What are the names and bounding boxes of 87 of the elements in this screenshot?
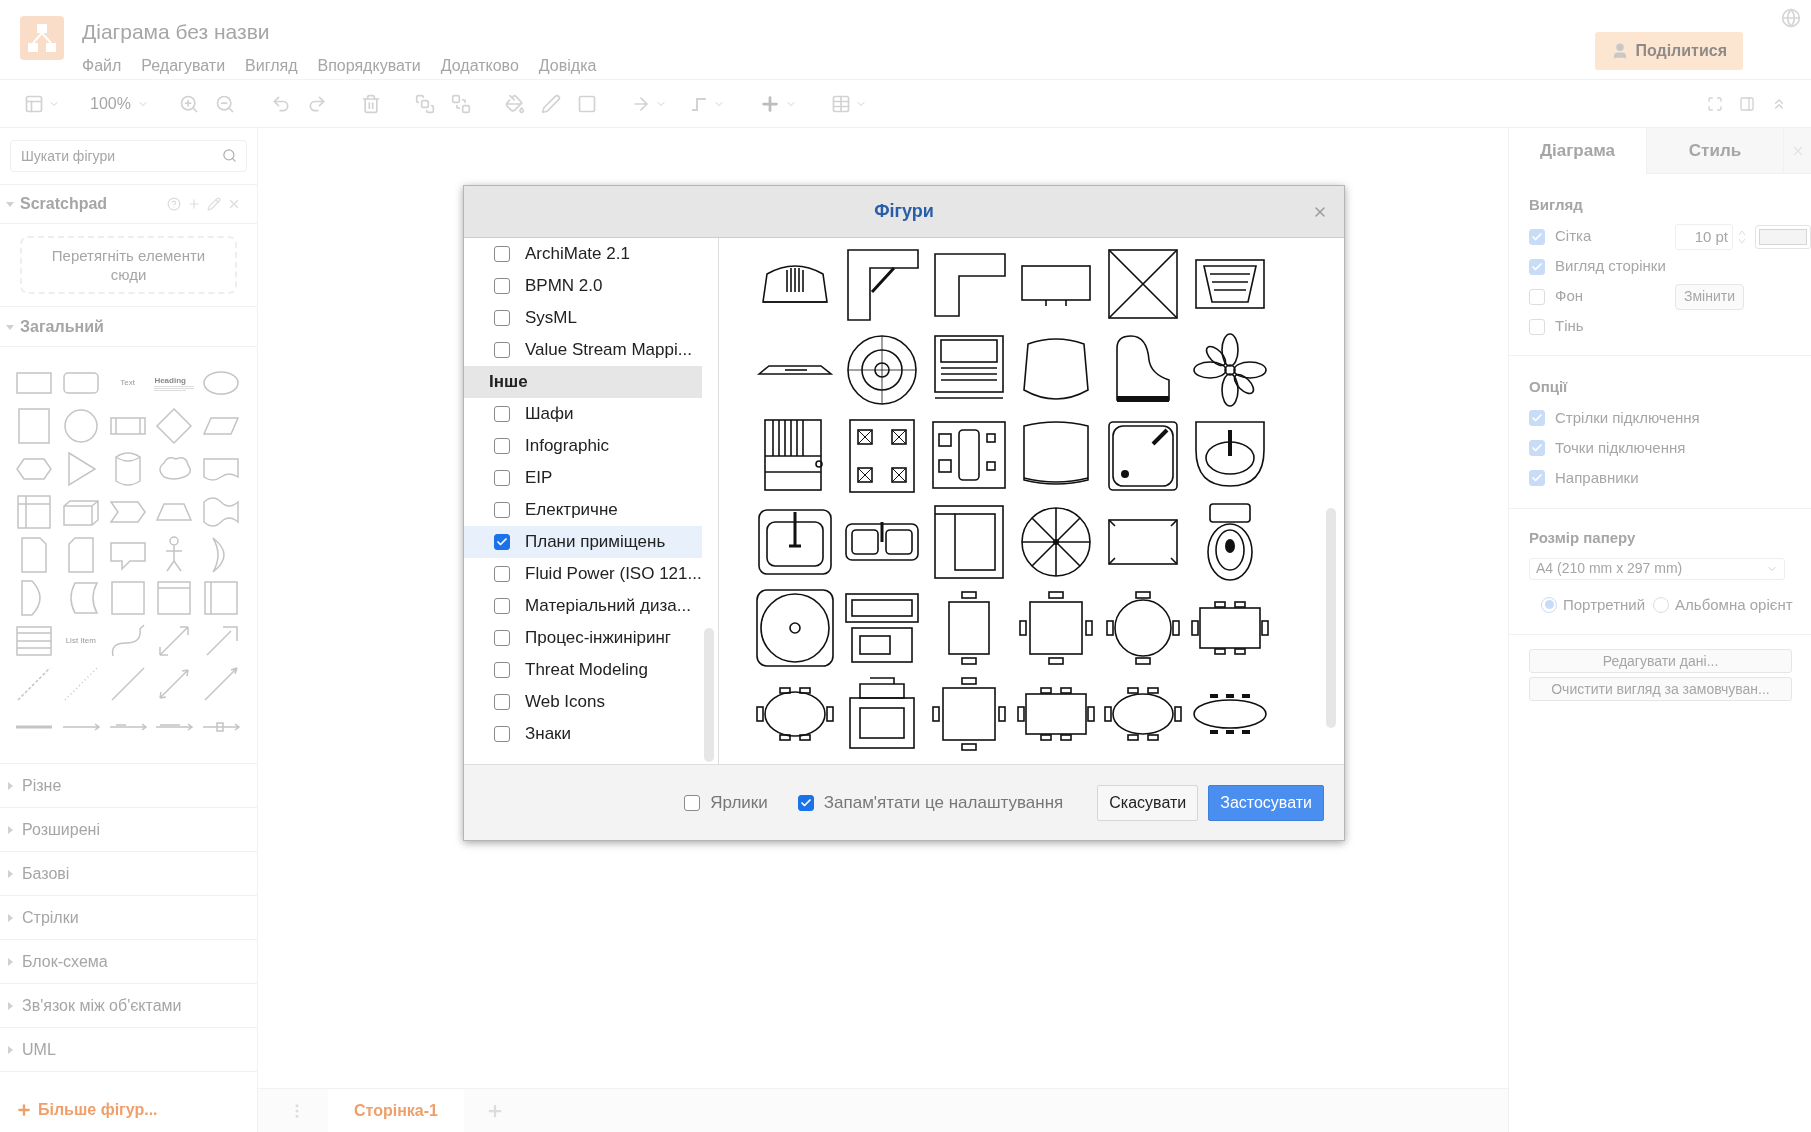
library-row[interactable]: EIP <box>464 462 702 494</box>
library-label: Плани приміщень <box>525 531 666 554</box>
library-row[interactable]: Електричне <box>464 494 702 526</box>
section-title[interactable]: Стрілки <box>22 905 79 930</box>
section-title[interactable]: Зв'язок між об'єктами <box>22 993 182 1018</box>
search-field[interactable]: Шукати фігури <box>10 140 247 172</box>
menu-item[interactable]: Впорядкувати <box>317 53 421 78</box>
dialog-title: Фігури <box>874 200 934 223</box>
section-title[interactable]: Різне <box>22 773 62 798</box>
radio-label: Альбомна орієнт <box>1675 594 1793 615</box>
menu-item[interactable]: Редагувати <box>141 53 226 78</box>
option-label: Тінь <box>1555 316 1585 337</box>
category-header: Інше <box>464 366 702 398</box>
option-label: Стрілки підключення <box>1555 407 1700 428</box>
text-shape[interactable]: Text <box>107 363 148 403</box>
library-label: EIP <box>525 467 553 490</box>
library-row[interactable]: ArchiMate 2.1 <box>464 238 702 270</box>
library-row[interactable]: Процес-інжиніринг <box>464 622 702 654</box>
menu-item[interactable]: Файл <box>82 53 122 78</box>
document-title[interactable]: Діаграма без назви <box>82 16 597 48</box>
section-header[interactable]: Блок-схема <box>0 940 257 984</box>
library-label: Електричне <box>525 499 618 522</box>
library-row[interactable]: Web Icons <box>464 686 702 718</box>
library-label: Шафи <box>525 403 574 426</box>
section-title[interactable]: Блок-схема <box>22 949 108 974</box>
menu-item[interactable]: Вигляд <box>245 53 298 78</box>
section-title[interactable]: UML <box>22 1037 56 1062</box>
option-label: Ярлики <box>710 791 768 814</box>
section-header[interactable]: Стрілки <box>0 896 257 940</box>
library-label: Процес-інжиніринг <box>525 627 672 650</box>
option-label: Сітка <box>1555 226 1593 247</box>
paper-size-select[interactable]: A4 (210 mm x 297 mm) <box>1529 557 1785 580</box>
list-item-shape[interactable]: List Item <box>60 621 101 661</box>
change-button[interactable]: Змінити <box>1675 283 1744 310</box>
option-label: Запам'ятати це налаштування <box>823 791 1064 814</box>
radio-label: Портретний <box>1563 594 1646 615</box>
more-shapes-button[interactable]: Більше фігур... <box>0 1088 257 1132</box>
section-header[interactable]: Різне <box>0 764 257 808</box>
section-header[interactable]: Scratchpad <box>0 184 257 224</box>
section-header[interactable]: Зв'язок між об'єктами <box>0 984 257 1028</box>
grid-size-field[interactable]: 10 pt <box>1675 223 1733 250</box>
page-tab[interactable]: Сторінка-1 <box>328 1088 464 1132</box>
menu-item[interactable]: Довідка <box>538 53 597 78</box>
section-title: Вигляд <box>1529 195 1584 215</box>
library-row[interactable]: Infographic <box>464 430 702 462</box>
cancel-button[interactable]: Скасувати <box>1097 784 1199 821</box>
panel-tab[interactable]: Стиль <box>1646 128 1783 174</box>
section-title[interactable]: Розширені <box>22 817 100 842</box>
panel-button[interactable]: Очистити вигляд за замовчуван... <box>1529 677 1792 701</box>
panel-button[interactable]: Редагувати дані... <box>1529 649 1792 673</box>
library-label: BPMN 2.0 <box>525 275 603 298</box>
library-label: Threat Modeling <box>525 659 648 682</box>
option-label: Фон <box>1555 286 1585 307</box>
section-header[interactable]: UML <box>0 1028 257 1072</box>
library-row[interactable]: Знаки <box>464 718 702 750</box>
library-row[interactable]: BPMN 2.0 <box>464 270 702 302</box>
library-label: Fluid Power (ISO 121... <box>525 563 702 586</box>
library-row[interactable]: Value Stream Mappi... <box>464 334 702 366</box>
library-label: Value Stream Mappi... <box>525 339 692 362</box>
library-label: SysML <box>525 307 577 330</box>
menu-item[interactable]: Додатково <box>440 53 519 78</box>
apply-button[interactable]: Застосувати <box>1208 784 1324 821</box>
section-header[interactable]: Загальний <box>0 307 257 347</box>
zoom-level[interactable]: 100% <box>90 91 131 116</box>
share-button[interactable]: Поділитися <box>1595 32 1743 70</box>
section-header[interactable]: Розширені <box>0 808 257 852</box>
option-label: Вигляд сторінки <box>1555 256 1666 277</box>
library-label: Матеріальний диза... <box>525 595 691 618</box>
option-label: Точки підключення <box>1555 437 1686 458</box>
library-row[interactable]: SysML <box>464 302 702 334</box>
section-title[interactable]: Scratchpad <box>20 192 108 216</box>
section-header[interactable]: Базові <box>0 852 257 896</box>
library-label: Знаки <box>525 723 572 746</box>
option-label: Направники <box>1555 467 1639 488</box>
library-row[interactable]: Fluid Power (ISO 121... <box>464 558 702 590</box>
section-title: Розмір паперу <box>1529 528 1637 548</box>
library-row[interactable]: Шафи <box>464 398 702 430</box>
library-label: Infographic <box>525 435 610 458</box>
section-title: Опції <box>1529 376 1569 397</box>
drop-zone: Перетягніть елементи сюди <box>20 236 237 294</box>
library-row[interactable]: Threat Modeling <box>464 654 702 686</box>
library-label: Web Icons <box>525 691 605 714</box>
library-row[interactable]: Матеріальний диза... <box>464 590 702 622</box>
library-label: ArchiMate 2.1 <box>525 243 630 266</box>
section-title[interactable]: Загальний <box>20 314 104 339</box>
section-title[interactable]: Базові <box>22 861 70 886</box>
library-row[interactable]: Плани приміщень <box>464 526 702 558</box>
